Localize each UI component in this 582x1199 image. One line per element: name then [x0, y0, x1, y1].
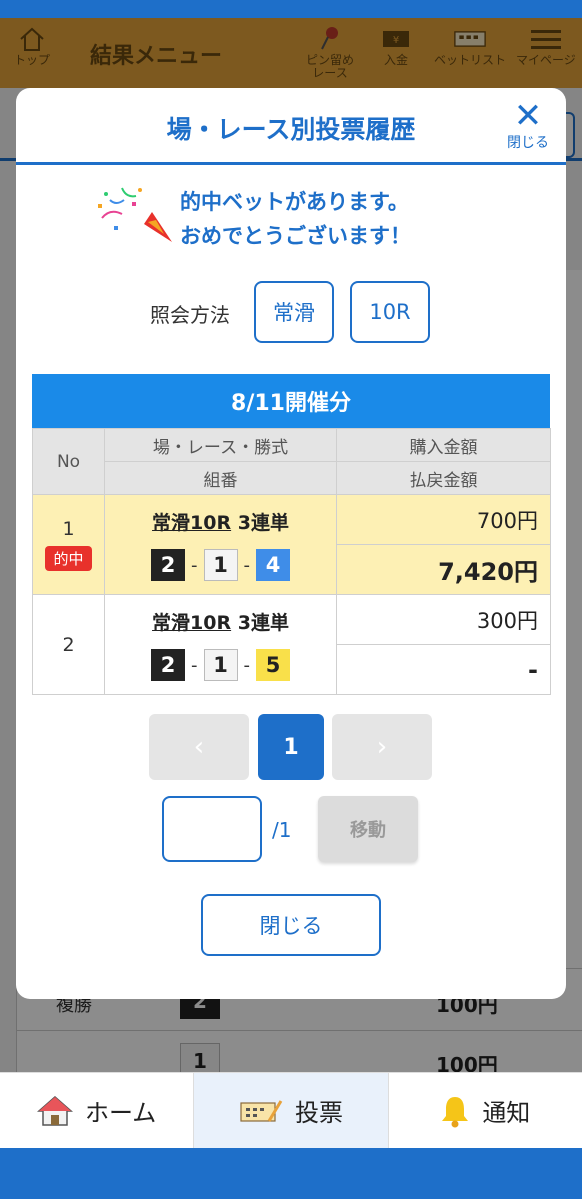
- prev-page-button[interactable]: ‹: [149, 714, 249, 780]
- combo-boat-1st: 2: [151, 649, 185, 681]
- modal-close-label: 閉じる: [507, 135, 549, 151]
- next-page-button[interactable]: ›: [332, 714, 432, 780]
- close-button[interactable]: 閉じる: [201, 894, 381, 956]
- nav-notify[interactable]: 通知: [389, 1073, 582, 1148]
- payout-amount: -: [336, 644, 551, 695]
- combo-dash: -: [243, 554, 251, 576]
- page-number-input[interactable]: [162, 796, 262, 862]
- row-no: 2: [62, 633, 75, 656]
- combo-boat-3rd: 4: [256, 549, 290, 581]
- col-header-payout: 払戻金額: [336, 461, 551, 495]
- combo-boat-3rd: 5: [256, 649, 290, 681]
- hit-badge: 的中: [45, 546, 92, 571]
- combo-boat-1st: 2: [151, 549, 185, 581]
- combo-boat-2nd: 1: [203, 549, 238, 581]
- bet-type: 3連単: [237, 612, 289, 634]
- table-row: 2 常滑10R 3連単 2 - 1 - 5 300円: [32, 594, 551, 695]
- combo-dash: -: [243, 654, 251, 676]
- nav-home-label: ホーム: [85, 1099, 157, 1127]
- col-header-no: No: [32, 428, 105, 495]
- nav-vote[interactable]: 投票: [193, 1073, 389, 1148]
- vote-history-modal: 場・レース別投票履歴 ✕ 閉じる 的中ベットがあります。 おめでとうございます！…: [16, 88, 566, 999]
- bell-icon: [442, 1096, 469, 1127]
- modal-title: 場・レース別投票履歴: [166, 115, 416, 144]
- current-page-button[interactable]: 1: [258, 714, 324, 780]
- date-header: 8/11開催分: [32, 374, 550, 428]
- pagination: ‹ 1 ›: [16, 714, 566, 780]
- row-no-cell: 1 的中: [32, 494, 105, 595]
- modal-backdrop-top[interactable]: [0, 18, 582, 88]
- page-jump: /1 移動: [16, 796, 566, 862]
- payout-amount: 7,420円: [336, 544, 551, 595]
- status-strip: [0, 0, 582, 18]
- system-bar: [0, 1148, 582, 1199]
- row-no-cell: 2: [32, 594, 105, 695]
- house-icon: [37, 1095, 74, 1126]
- chevron-left-icon: ‹: [193, 732, 205, 762]
- race-combo-cell: 常滑10R 3連単 2 - 1 - 4: [104, 494, 337, 595]
- modal-header: 場・レース別投票履歴 ✕ 閉じる: [16, 88, 566, 165]
- combo: 2 - 1 - 5: [105, 649, 336, 681]
- race-line: 常滑10R 3連単: [105, 508, 336, 535]
- hit-message-line1: 的中ベットがあります。: [180, 190, 409, 214]
- race-link[interactable]: 常滑10R: [152, 512, 231, 534]
- race-combo-cell: 常滑10R 3連単 2 - 1 - 5: [104, 594, 337, 695]
- combo-dash: -: [191, 554, 198, 576]
- purchase-amount: 300円: [336, 594, 551, 645]
- row-no: 1: [62, 518, 75, 540]
- nav-home[interactable]: ホーム: [0, 1073, 193, 1148]
- chevron-right-icon: ›: [376, 732, 388, 762]
- nav-vote-label: 投票: [294, 1099, 343, 1127]
- race-select-button[interactable]: 10R: [350, 281, 430, 343]
- nav-notify-label: 通知: [482, 1099, 531, 1127]
- bottom-nav: ホーム 投票 通知: [0, 1072, 582, 1148]
- hit-message: 的中ベットがあります。 おめでとうございます！: [88, 180, 508, 250]
- table-row: 1 的中 常滑10R 3連単 2 - 1 - 4 700円: [32, 494, 551, 595]
- modal-close-button[interactable]: ✕ 閉じる: [504, 96, 552, 152]
- combo-boat-2nd: 1: [203, 649, 238, 681]
- col-header-purchase: 購入金額: [336, 428, 551, 462]
- bet-type: 3連単: [237, 512, 289, 534]
- col-header-combo: 組番: [104, 461, 337, 495]
- purchase-amount: 700円: [336, 494, 551, 545]
- vote-history-table: No 場・レース・勝式 購入金額 組番 払戻金額 1 的中 常滑10R 3連単 …: [32, 428, 551, 695]
- combo: 2 - 1 - 4: [105, 549, 336, 581]
- party-popper-icon: [98, 187, 172, 242]
- close-icon: ✕: [513, 96, 543, 136]
- race-line: 常滑10R 3連単: [105, 608, 336, 635]
- combo-dash: -: [191, 654, 198, 676]
- venue-select-button[interactable]: 常滑: [254, 281, 334, 343]
- hit-message-line2: おめでとうございます！: [180, 224, 411, 248]
- query-method-row: 照会方法 常滑 10R: [16, 281, 566, 343]
- race-link[interactable]: 常滑10R: [152, 612, 231, 634]
- ticket-pen-icon: [240, 1099, 283, 1122]
- query-method-label: 照会方法: [150, 303, 230, 327]
- move-button[interactable]: 移動: [318, 796, 418, 862]
- page-total: /1: [272, 818, 292, 842]
- col-header-race: 場・レース・勝式: [104, 428, 337, 462]
